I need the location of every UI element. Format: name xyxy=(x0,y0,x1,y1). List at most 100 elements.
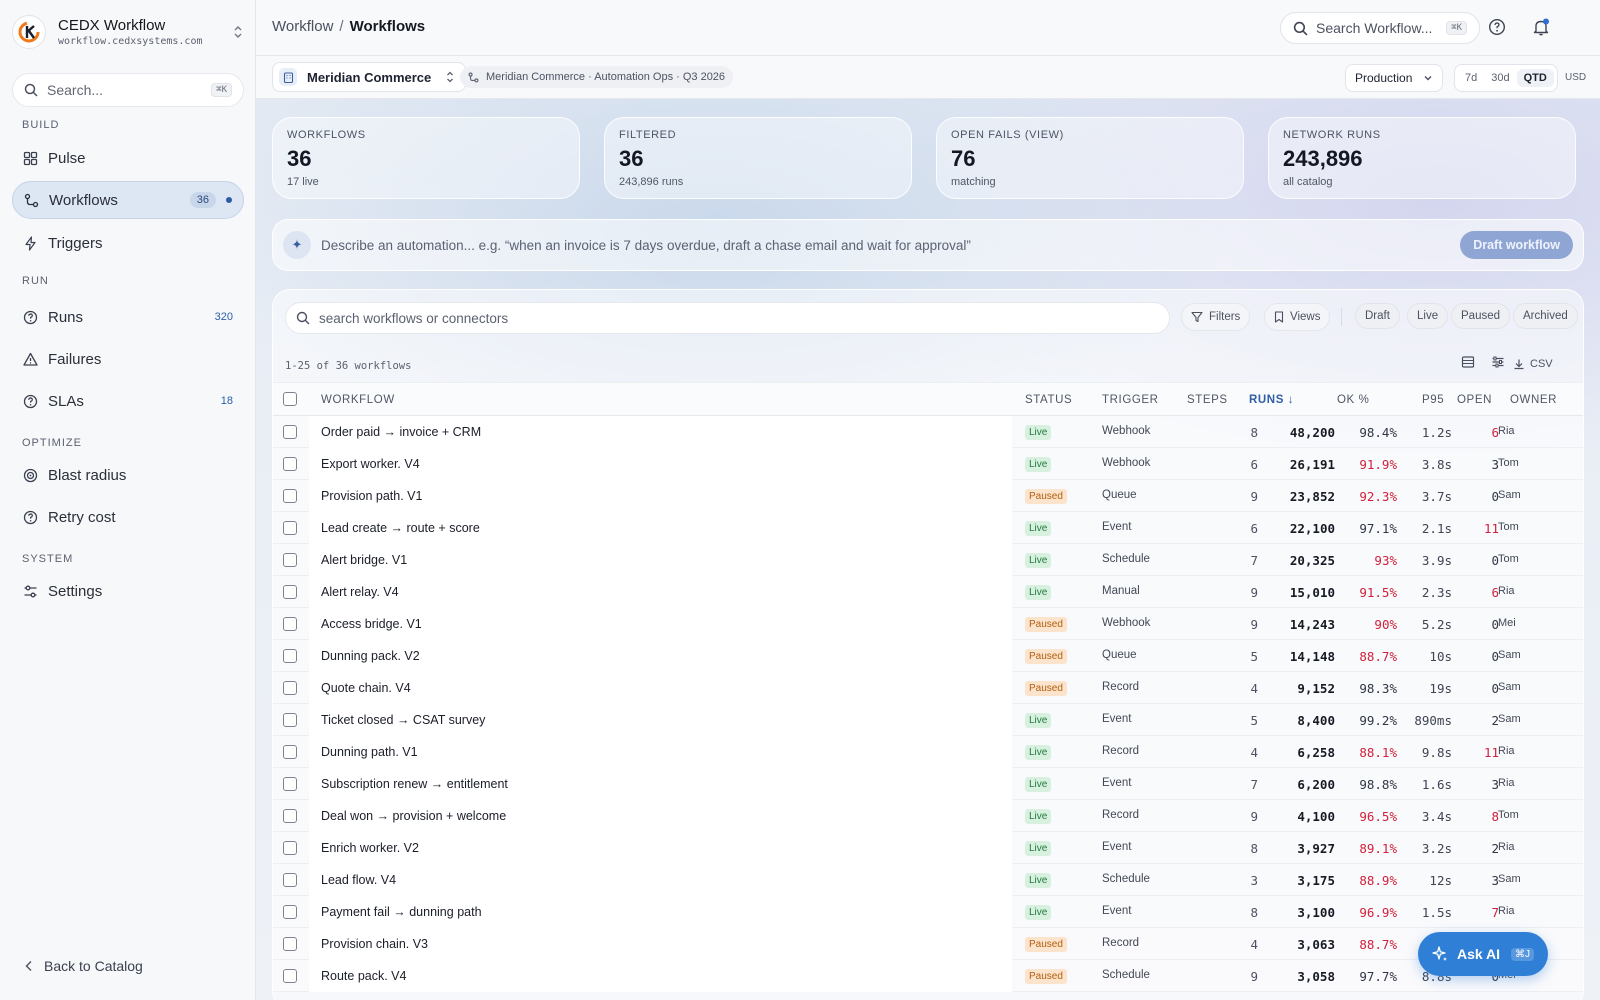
sidebar-search-input[interactable]: Search... ⌘K xyxy=(12,73,244,107)
table-row[interactable]: Ticket closed → CSAT survey Live Event 5 8,4… xyxy=(273,704,1583,736)
columns-button[interactable] xyxy=(1491,355,1505,369)
workflow-name[interactable]: Subscription renew → entitlement xyxy=(321,777,508,791)
table-row[interactable]: Export worker. V4 Live Webhook 6 26,191 91.9%… xyxy=(273,448,1583,480)
table-row[interactable]: Dunning pack. V2 Paused Queue 5 14,148 88.7% 1… xyxy=(273,640,1583,672)
row-checkbox[interactable] xyxy=(283,713,297,727)
table-row[interactable]: Provision path. V1 Paused Queue 9 23,852 92.3… xyxy=(273,480,1583,512)
chip-paused[interactable]: Paused xyxy=(1451,303,1511,329)
col-ok[interactable]: OK % xyxy=(1337,394,1369,406)
sidebar-item-pulse[interactable]: Pulse xyxy=(12,139,244,177)
sidebar-item-slas[interactable]: SLAs 18 xyxy=(12,382,244,420)
sidebar-item-settings[interactable]: Settings xyxy=(12,572,244,610)
row-checkbox[interactable] xyxy=(283,521,297,535)
row-checkbox[interactable] xyxy=(283,457,297,471)
workflow-name[interactable]: Lead create → route + score xyxy=(321,521,480,535)
workflow-name[interactable]: Dunning pack. V2 xyxy=(321,649,420,663)
table-row[interactable]: Enrich worker. V2 Live Event 8 3,927 89.1% 3.2… xyxy=(273,832,1583,864)
row-checkbox[interactable] xyxy=(283,905,297,919)
row-checkbox[interactable] xyxy=(283,425,297,439)
ai-prompt-bar[interactable]: ✦ Describe an automation... e.g. “when a… xyxy=(272,219,1584,271)
col-owner[interactable]: OWNER xyxy=(1510,394,1557,406)
sidebar-item-runs[interactable]: Runs 320 xyxy=(12,298,244,336)
workflow-name[interactable]: Payment fail → dunning path xyxy=(321,905,482,919)
table-search-input[interactable]: search workflows or connectors xyxy=(285,302,1170,334)
chip-archived[interactable]: Archived xyxy=(1513,303,1578,329)
notifications-button[interactable] xyxy=(1532,18,1550,36)
workflow-name[interactable]: Alert bridge. V1 xyxy=(321,553,407,567)
table-row[interactable]: Route pack. V4 Paused Schedule 9 3,058 97.7% 8… xyxy=(273,960,1583,992)
workflow-name[interactable]: Provision chain. V3 xyxy=(321,937,428,951)
select-all-checkbox[interactable] xyxy=(283,392,297,406)
table-row[interactable]: Payment fail → dunning path Live Event 8 3,1… xyxy=(273,896,1583,928)
range-30d[interactable]: 30d xyxy=(1484,69,1516,87)
workflow-name[interactable]: Lead flow. V4 xyxy=(321,873,396,887)
table-row[interactable]: Subscription renew → entitlement Live Even… xyxy=(273,768,1583,800)
row-checkbox[interactable] xyxy=(283,809,297,823)
org-switcher[interactable]: Meridian Commerce xyxy=(272,62,467,92)
filters-button[interactable]: Filters xyxy=(1181,303,1251,331)
workflow-name[interactable]: Enrich worker. V2 xyxy=(321,841,419,855)
col-steps[interactable]: STEPS xyxy=(1187,394,1228,406)
row-checkbox[interactable] xyxy=(283,873,297,887)
table-row[interactable]: Access bridge. V1 Paused Webhook 9 14,243 90%… xyxy=(273,608,1583,640)
sidebar-item-blast-radius[interactable]: Blast radius xyxy=(12,456,244,494)
table-row[interactable]: Provision chain. V3 Paused Record 4 3,063 88.… xyxy=(273,928,1583,960)
row-checkbox[interactable] xyxy=(283,681,297,695)
row-checkbox[interactable] xyxy=(283,585,297,599)
workflow-name[interactable]: Deal won → provision + welcome xyxy=(321,809,506,823)
col-runs-sorted[interactable]: RUNS ↓ xyxy=(1249,394,1294,406)
workflow-name[interactable]: Access bridge. V1 xyxy=(321,617,422,631)
col-trigger[interactable]: TRIGGER xyxy=(1102,394,1159,406)
back-to-catalog-link[interactable]: Back to Catalog xyxy=(24,958,143,974)
row-checkbox[interactable] xyxy=(283,617,297,631)
workflow-name[interactable]: Route pack. V4 xyxy=(321,969,406,983)
workflow-name[interactable]: Ticket closed → CSAT survey xyxy=(321,713,485,727)
currency-label[interactable]: USD xyxy=(1565,72,1586,83)
export-csv-button[interactable]: CSV xyxy=(1513,354,1553,374)
views-button[interactable]: Views xyxy=(1264,303,1331,331)
workflow-name[interactable]: Alert relay. V4 xyxy=(321,585,399,599)
workflow-name[interactable]: Quote chain. V4 xyxy=(321,681,411,695)
sidebar-item-failures[interactable]: Failures xyxy=(12,340,244,378)
table-row[interactable]: Dunning path. V1 Live Record 4 6,258 88.1% 9.8… xyxy=(273,736,1583,768)
row-checkbox[interactable] xyxy=(283,937,297,951)
range-qtd[interactable]: QTD xyxy=(1516,69,1554,87)
row-checkbox[interactable] xyxy=(283,553,297,567)
global-search-input[interactable]: Search Workflow... ⌘K xyxy=(1280,12,1480,44)
table-row[interactable]: Alert relay. V4 Live Manual 9 15,010 91.5% 2.3… xyxy=(273,576,1583,608)
table-row[interactable]: Lead flow. V4 Live Schedule 3 3,175 88.9% 12s 3… xyxy=(273,864,1583,896)
col-status[interactable]: STATUS xyxy=(1025,394,1072,406)
ai-prompt-input[interactable]: Describe an automation... e.g. “when an … xyxy=(321,238,1460,253)
table-row[interactable]: Order paid → invoice + CRM Live Webhook 8 48… xyxy=(273,416,1583,448)
draft-workflow-button[interactable]: Draft workflow xyxy=(1460,231,1573,259)
table-row[interactable]: Alert bridge. V1 Live Schedule 7 20,325 93% 3.… xyxy=(273,544,1583,576)
density-button[interactable] xyxy=(1461,355,1475,369)
range-7d[interactable]: 7d xyxy=(1458,69,1484,87)
breadcrumb-root[interactable]: Workflow xyxy=(272,18,333,35)
sidebar-item-triggers[interactable]: Triggers xyxy=(12,224,244,262)
ask-ai-button[interactable]: Ask AI ⌘J xyxy=(1418,932,1548,976)
workflow-name[interactable]: Provision path. V1 xyxy=(321,489,422,503)
chip-live[interactable]: Live xyxy=(1407,303,1449,329)
row-checkbox[interactable] xyxy=(283,777,297,791)
col-workflow[interactable]: WORKFLOW xyxy=(321,394,395,406)
table-row[interactable]: Lead create → route + score Live Event 6 22,… xyxy=(273,512,1583,544)
workflow-name[interactable]: Order paid → invoice + CRM xyxy=(321,425,481,439)
table-row[interactable]: Deal won → provision + welcome Live Record… xyxy=(273,800,1583,832)
environment-select[interactable]: Production xyxy=(1345,64,1443,92)
workflow-name[interactable]: Export worker. V4 xyxy=(321,457,420,471)
chip-draft[interactable]: Draft xyxy=(1355,303,1400,329)
workflow-name[interactable]: Dunning path. V1 xyxy=(321,745,418,759)
row-checkbox[interactable] xyxy=(283,969,297,983)
sidebar-item-workflows[interactable]: Workflows 36 xyxy=(12,181,244,219)
sidebar-item-retry-cost[interactable]: Retry cost xyxy=(12,498,244,536)
col-p95[interactable]: P95 xyxy=(1422,394,1444,406)
help-button[interactable] xyxy=(1488,18,1506,36)
row-checkbox[interactable] xyxy=(283,841,297,855)
row-checkbox[interactable] xyxy=(283,489,297,503)
workspace-switcher[interactable]: CEDX Workflow workflow.cedxsystems.com xyxy=(12,12,244,52)
col-open[interactable]: OPEN xyxy=(1457,394,1492,406)
row-checkbox[interactable] xyxy=(283,745,297,759)
table-row[interactable]: Quote chain. V4 Paused Record 4 9,152 98.3% 19… xyxy=(273,672,1583,704)
row-checkbox[interactable] xyxy=(283,649,297,663)
